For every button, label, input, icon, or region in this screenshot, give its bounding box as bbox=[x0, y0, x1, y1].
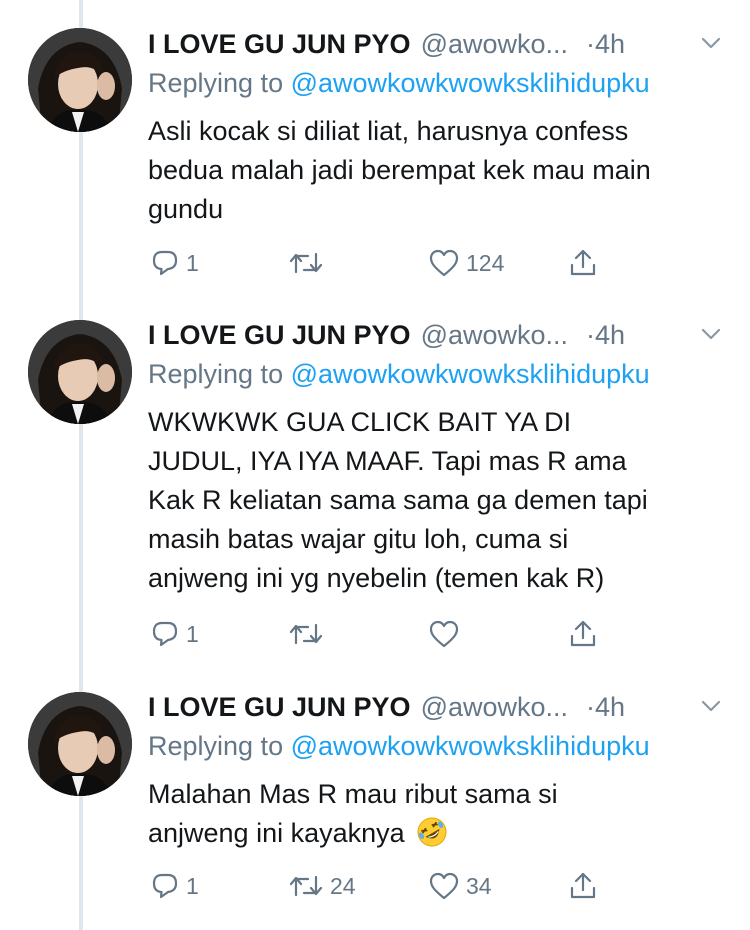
tweet-text-line: anjweng ini kayaknya bbox=[148, 814, 728, 853]
share-icon bbox=[570, 249, 596, 276]
tweet-text-line: Kak R keliatan sama sama ga demen tapi bbox=[148, 485, 648, 515]
user-handle[interactable]: @awowko... bbox=[421, 320, 568, 351]
replying-to: Replying to @awowkowkwowksklihidupku bbox=[148, 731, 650, 762]
display-name[interactable]: I LOVE GU JUN PYO bbox=[148, 29, 411, 60]
reply-button[interactable]: 1 bbox=[150, 245, 199, 281]
tweet-text: Malahan Mas R mau ribut sama si anjweng … bbox=[148, 775, 728, 853]
retweet-icon bbox=[289, 252, 323, 274]
reply-count: 1 bbox=[186, 249, 199, 276]
reply-count: 1 bbox=[186, 872, 199, 899]
replying-to: Replying to @awowkowkwowksklihidupku bbox=[148, 68, 650, 99]
chevron-down-icon[interactable] bbox=[700, 323, 722, 345]
reply-icon bbox=[152, 250, 178, 276]
avatar[interactable] bbox=[28, 320, 132, 424]
tweet[interactable]: I LOVE GU JUN PYO @awowko... ·4h Replyin… bbox=[0, 0, 750, 310]
tweet-text-line: Malahan Mas R mau ribut sama si bbox=[148, 779, 558, 809]
like-button[interactable]: 34 bbox=[428, 868, 492, 904]
replying-to-label: Replying to bbox=[148, 359, 291, 389]
timestamp[interactable]: ·4h bbox=[586, 692, 625, 723]
avatar[interactable] bbox=[28, 692, 132, 796]
replying-to: Replying to @awowkowkwowksklihidupku bbox=[148, 359, 650, 390]
retweet-button[interactable]: 24 bbox=[288, 868, 356, 904]
replying-to-label: Replying to bbox=[148, 731, 291, 761]
timestamp[interactable]: ·4h bbox=[586, 29, 625, 60]
tweet-text-line: masih batas wajar gitu loh, cuma si bbox=[148, 524, 569, 554]
replying-to-mention[interactable]: @awowkowkwowksklihidupku bbox=[291, 731, 650, 761]
tweet-text-line: anjweng ini yg nyebelin (temen kak R) bbox=[148, 563, 605, 593]
share-button[interactable] bbox=[568, 868, 598, 904]
tweet-actions: 1 24 34 bbox=[148, 868, 608, 904]
tweet-header: I LOVE GU JUN PYO @awowko... ·4h bbox=[148, 24, 726, 64]
tweet-text-line: JUDUL, IYA IYA MAAF. Tapi mas R ama bbox=[148, 446, 627, 476]
chevron-down-icon[interactable] bbox=[700, 32, 722, 54]
chevron-down-icon[interactable] bbox=[700, 695, 722, 717]
reply-button[interactable]: 1 bbox=[150, 868, 199, 904]
display-name[interactable]: I LOVE GU JUN PYO bbox=[148, 692, 411, 723]
tweet-text-line-content: anjweng ini kayaknya bbox=[148, 818, 405, 848]
retweet-button[interactable] bbox=[288, 245, 330, 281]
share-button[interactable] bbox=[568, 245, 598, 281]
tweet-text-line: gundu bbox=[148, 194, 224, 224]
retweet-count: 24 bbox=[330, 872, 356, 899]
like-button[interactable]: 124 bbox=[428, 245, 504, 281]
tweet-text-line: Asli kocak si diliat liat, harusnya conf… bbox=[148, 116, 629, 146]
user-handle[interactable]: @awowko... bbox=[421, 29, 568, 60]
display-name[interactable]: I LOVE GU JUN PYO bbox=[148, 320, 411, 351]
rolling-on-floor-laughing-emoji bbox=[417, 817, 447, 847]
retweet-icon bbox=[289, 875, 323, 897]
replying-to-mention[interactable]: @awowkowkwowksklihidupku bbox=[291, 68, 650, 98]
tweet-header: I LOVE GU JUN PYO @awowko... ·4h bbox=[148, 315, 726, 355]
tweet-text-line: bedua malah jadi berempat kek mau main bbox=[148, 155, 651, 185]
tweet-text: Asli kocak si diliat liat, harusnya conf… bbox=[148, 112, 728, 229]
replying-to-label: Replying to bbox=[148, 68, 291, 98]
tweet-header: I LOVE GU JUN PYO @awowko... ·4h bbox=[148, 687, 726, 727]
tweet[interactable]: I LOVE GU JUN PYO @awowko... ·4h Replyin… bbox=[0, 620, 750, 930]
heart-icon bbox=[429, 249, 459, 277]
heart-icon bbox=[429, 872, 459, 900]
user-handle[interactable]: @awowko... bbox=[421, 692, 568, 723]
tweet[interactable]: I LOVE GU JUN PYO @awowko... ·4h Replyin… bbox=[0, 310, 750, 648]
share-icon bbox=[570, 872, 596, 899]
tweet-actions: 1 124 bbox=[148, 245, 608, 281]
like-count: 34 bbox=[466, 872, 492, 899]
tweet-text: WKWKWK GUA CLICK BAIT YA DI JUDUL, IYA I… bbox=[148, 403, 728, 598]
reply-icon bbox=[152, 873, 178, 899]
like-count: 124 bbox=[466, 249, 505, 276]
tweet-text-line: WKWKWK GUA CLICK BAIT YA DI bbox=[148, 407, 572, 437]
avatar[interactable] bbox=[28, 28, 132, 132]
timestamp[interactable]: ·4h bbox=[586, 320, 625, 351]
replying-to-mention[interactable]: @awowkowkwowksklihidupku bbox=[291, 359, 650, 389]
